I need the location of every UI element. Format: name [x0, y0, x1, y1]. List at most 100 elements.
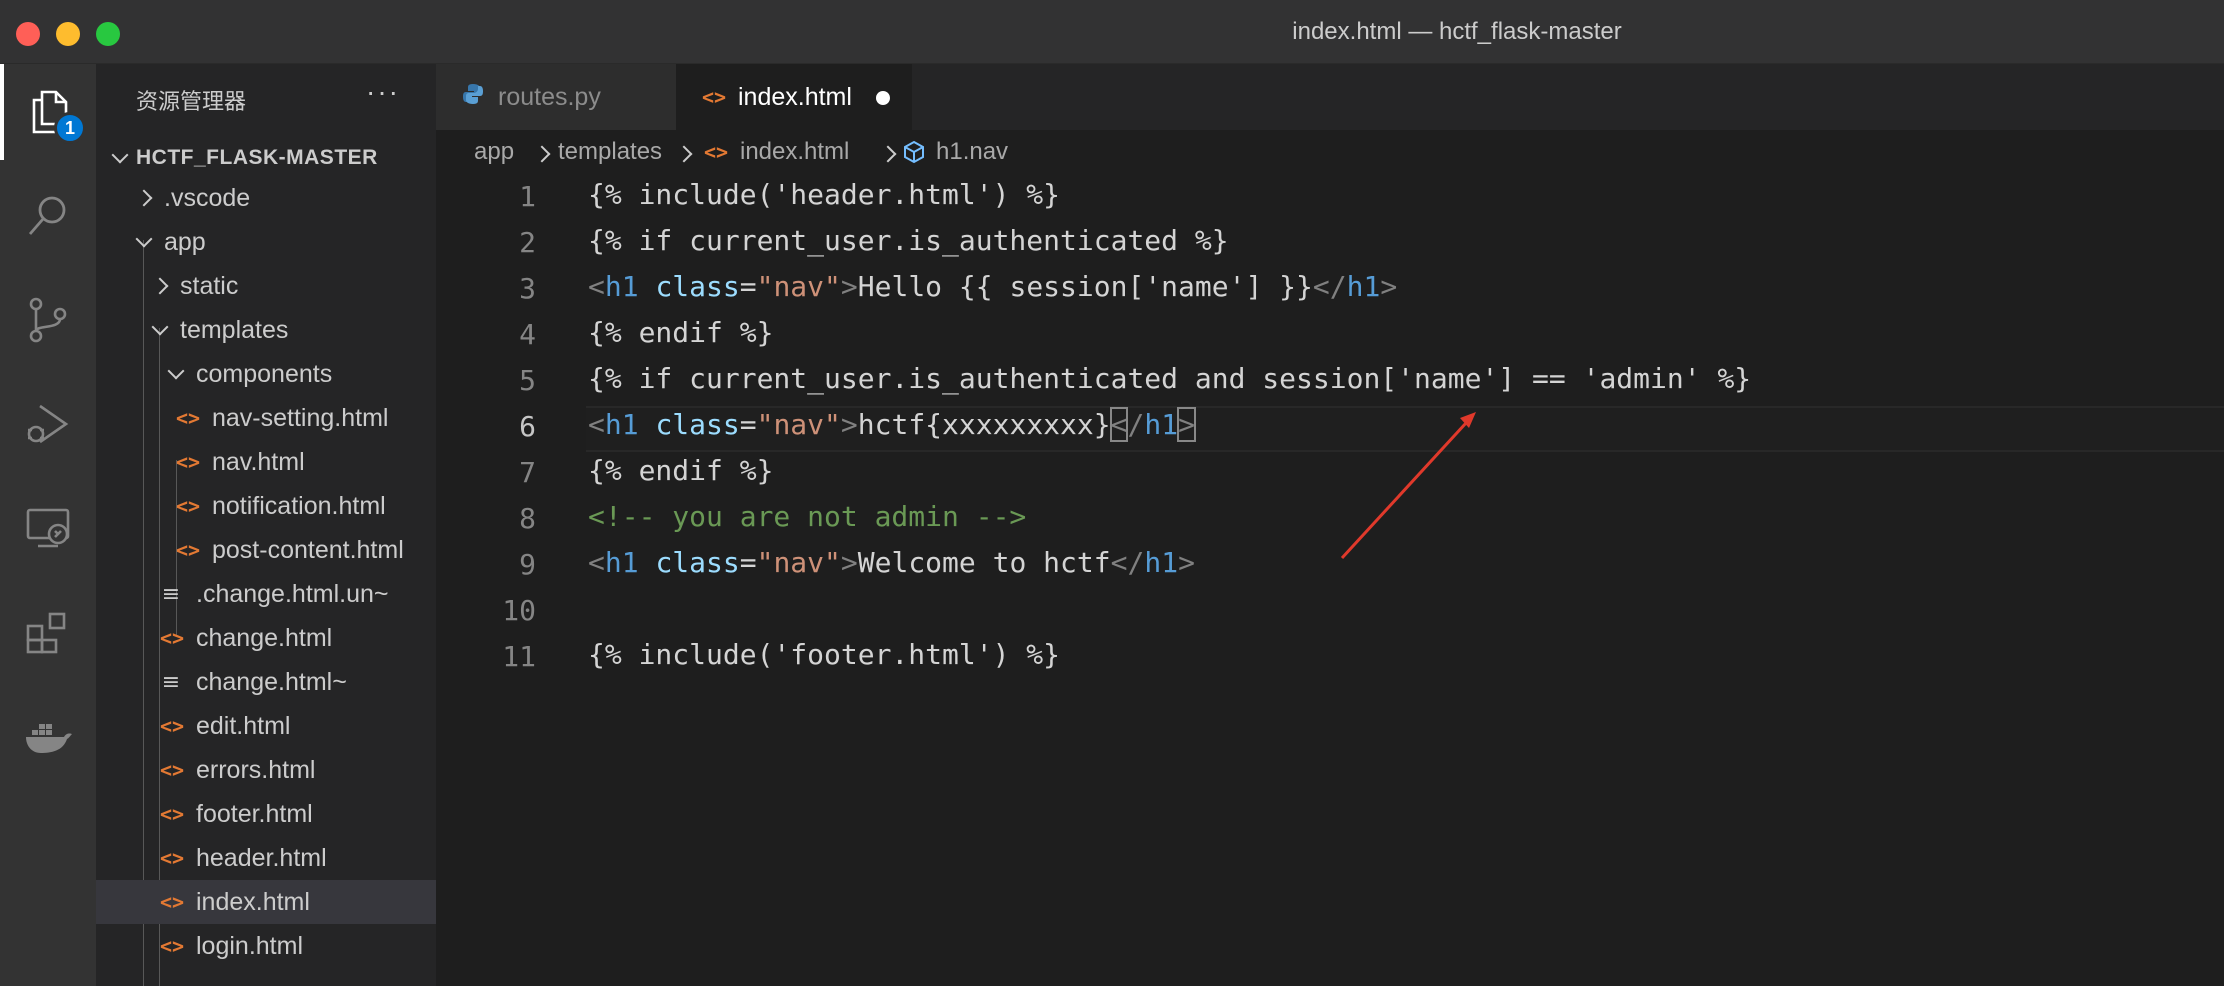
tree-item-label: components — [196, 359, 333, 388]
tree-item-login-html[interactable]: <> login.html — [96, 924, 436, 968]
code-line-7[interactable]: {% endif %} — [588, 454, 773, 487]
python-icon — [462, 83, 484, 112]
tree-item-header-html[interactable]: <> header.html — [96, 836, 436, 880]
breadcrumb-h1-nav[interactable]: h1.nav — [936, 138, 1008, 166]
line-number: 9 — [519, 548, 536, 581]
code-line-5[interactable]: {% if current_user.is_authenticated and … — [588, 362, 1751, 395]
line-number: 7 — [519, 456, 536, 489]
chevron-right-icon — [136, 192, 158, 204]
remote-explorer-icon[interactable] — [0, 480, 96, 576]
html-file-icon: <> — [702, 85, 727, 109]
tree-item-label: header.html — [196, 843, 327, 872]
chevron-right-icon — [534, 148, 548, 160]
search-icon[interactable] — [0, 168, 96, 264]
tree-item-label: .vscode — [164, 183, 251, 212]
html-file-icon: <> — [176, 406, 201, 430]
line-number: 1 — [519, 180, 536, 213]
explorer-sidebar: 资源管理器 ··· HCTF_FLASK-MASTER .vscode app … — [96, 64, 436, 986]
source-control-icon[interactable] — [0, 272, 96, 368]
tree-item-change-html[interactable]: <> change.html — [96, 616, 436, 660]
tree-item-label: .change.html.un~ — [196, 579, 389, 608]
tree-item-static[interactable]: static — [96, 264, 436, 308]
chevron-right-icon — [676, 148, 690, 160]
tree-item-label: post-content.html — [212, 535, 404, 564]
tree-item-app[interactable]: app — [96, 220, 436, 264]
unsaved-changes-dot[interactable] — [876, 91, 890, 105]
docker-icon[interactable] — [0, 688, 96, 784]
activity-bar: 1 — [0, 64, 96, 986]
chevron-down-icon — [150, 327, 172, 333]
text-file-icon: ≡ — [161, 669, 181, 695]
tree-item-label: notification.html — [212, 491, 386, 520]
tree-item-label: change.html~ — [196, 667, 347, 696]
line-number: 3 — [519, 272, 536, 305]
code-line-8[interactable]: <!-- you are not admin --> — [588, 500, 1026, 533]
tree-item-edit-html[interactable]: <> edit.html — [96, 704, 436, 748]
line-number: 6 — [519, 410, 536, 443]
explorer-title: 资源管理器 — [136, 89, 247, 114]
title-bar: index.html — hctf_flask-master — [0, 0, 2224, 64]
html-file-icon: <> — [160, 802, 185, 826]
tree-item-label: login.html — [196, 931, 303, 960]
editor-tab-bar: routes.py <> index.html — [436, 64, 2224, 130]
code-line-9[interactable]: <h1 class="nav">Welcome to hctf</h1> — [588, 546, 1195, 579]
tree-item-nav-setting-html[interactable]: <> nav-setting.html — [96, 396, 436, 440]
cube-icon — [902, 140, 926, 171]
code-editor[interactable]: 1 2 3 4 5 6 7 8 9 10 11 {% include('head… — [436, 174, 2224, 986]
more-actions-icon[interactable]: ··· — [366, 76, 400, 108]
tree-item-label: nav-setting.html — [212, 403, 389, 432]
html-file-icon: <> — [160, 846, 185, 870]
html-file-icon: <> — [160, 714, 185, 738]
code-line-1[interactable]: {% include('header.html') %} — [588, 178, 1060, 211]
tree-item-footer-html[interactable]: <> footer.html — [96, 792, 436, 836]
breadcrumb-templates[interactable]: templates — [558, 138, 662, 166]
html-file-icon: <> — [176, 494, 201, 518]
workspace-root[interactable]: HCTF_FLASK-MASTER — [96, 138, 436, 178]
tree-item-templates[interactable]: templates — [96, 308, 436, 352]
explorer-icon[interactable]: 1 — [0, 64, 96, 160]
tree-item-label: index.html — [196, 887, 310, 916]
tree-item-vscode[interactable]: .vscode — [96, 176, 436, 220]
tree-item-label: footer.html — [196, 799, 313, 828]
code-line-2[interactable]: {% if current_user.is_authenticated %} — [588, 224, 1229, 257]
chevron-right-icon — [880, 148, 894, 160]
tree-item-post-content-html[interactable]: <> post-content.html — [96, 528, 436, 572]
code-line-3[interactable]: <h1 class="nav">Hello {{ session['name']… — [588, 270, 1397, 303]
workspace-root-label: HCTF_FLASK-MASTER — [136, 146, 378, 169]
run-debug-icon[interactable] — [0, 376, 96, 472]
window-title: index.html — hctf_flask-master — [1292, 18, 1622, 45]
tab-index-html[interactable]: <> index.html — [676, 64, 912, 130]
chevron-down-icon — [134, 239, 156, 245]
tree-item-label: static — [180, 271, 239, 300]
tab-label: routes.py — [498, 82, 601, 111]
tree-item-label: nav.html — [212, 447, 305, 476]
tree-item-label: app — [164, 227, 206, 256]
chevron-down-icon — [166, 371, 188, 377]
explorer-badge: 1 — [54, 112, 86, 144]
code-line-4[interactable]: {% endif %} — [588, 316, 773, 349]
tree-item-components[interactable]: components — [96, 352, 436, 396]
tree-item-errors-html[interactable]: <> errors.html — [96, 748, 436, 792]
breadcrumb-index-html[interactable]: index.html — [740, 138, 849, 166]
tree-item-nav-html[interactable]: <> nav.html — [96, 440, 436, 484]
chevron-down-icon — [110, 155, 126, 161]
line-number: 5 — [519, 364, 536, 397]
tab-routes-py[interactable]: routes.py — [436, 64, 676, 130]
line-number: 2 — [519, 226, 536, 259]
chevron-right-icon — [152, 280, 174, 292]
html-file-icon: <> — [160, 758, 185, 782]
code-line-11[interactable]: {% include('footer.html') %} — [588, 638, 1060, 671]
code-line-6[interactable]: <h1 class="nav">hctf{xxxxxxxxx}</h1> — [588, 407, 1196, 442]
line-number: 11 — [502, 640, 536, 673]
html-file-icon: <> — [176, 538, 201, 562]
breadcrumb-app[interactable]: app — [474, 138, 514, 166]
tab-label: index.html — [738, 82, 852, 111]
line-number: 8 — [519, 502, 536, 535]
tree-item-change-html-backup[interactable]: ≡ change.html~ — [96, 660, 436, 704]
tree-item-notification-html[interactable]: <> notification.html — [96, 484, 436, 528]
html-file-icon: <> — [160, 626, 185, 650]
extensions-icon[interactable] — [0, 584, 96, 680]
tree-item-index-html[interactable]: <> index.html — [96, 880, 436, 924]
tree-item-label: change.html — [196, 623, 333, 652]
tree-item-change-html-un[interactable]: ≡ .change.html.un~ — [96, 572, 436, 616]
